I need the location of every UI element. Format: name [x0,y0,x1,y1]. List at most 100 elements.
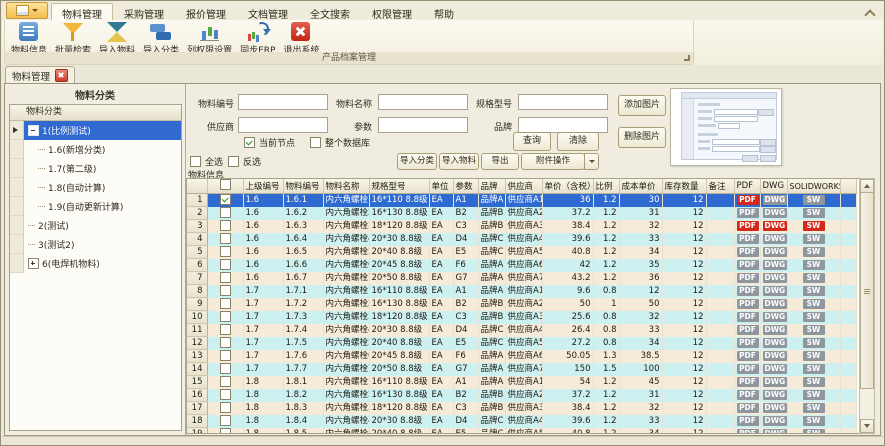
solidworks-badge[interactable]: SW [787,311,840,324]
row-number[interactable]: 9 [187,298,207,311]
dwg-badge[interactable]: DWG [760,337,787,350]
row-number[interactable]: 11 [187,324,207,337]
ribbon-button-import-material[interactable]: 导入物料 [95,21,139,56]
dwg-badge[interactable]: DWG [760,324,787,337]
dwg-badge[interactable]: DWG [760,285,787,298]
dwg-badge[interactable]: DWG [760,428,787,435]
solidworks-badge[interactable]: SW [787,220,840,233]
pdf-badge[interactable]: PDF [734,376,760,389]
select-all-checkbox[interactable]: 全选 [190,155,223,168]
pdf-badge[interactable]: PDF [734,298,760,311]
col-solidworks[interactable]: SOLIDWORKS [787,179,840,194]
dwg-badge[interactable]: DWG [760,415,787,428]
col-note[interactable]: 备注 [706,179,734,194]
row-number[interactable]: 1 [187,194,207,207]
row-number[interactable]: 6 [187,259,207,272]
row-checkbox[interactable] [207,298,243,311]
row-checkbox[interactable] [207,428,243,435]
dialog-launcher-icon[interactable] [684,55,691,62]
solidworks-badge[interactable]: SW [787,194,840,207]
import-material-button[interactable]: 导入物料 [439,153,479,170]
solidworks-badge[interactable]: SW [787,259,840,272]
solidworks-badge[interactable]: SW [787,415,840,428]
table-row[interactable]: 5 1.6 1.6.5 内六角螺栓5 20*40 8.8级 EA E5 品牌C … [187,246,857,259]
menu-tab-quote[interactable]: 报价管理 [175,3,237,20]
solidworks-badge[interactable]: SW [787,337,840,350]
row-number[interactable]: 16 [187,389,207,402]
dwg-badge[interactable]: DWG [760,402,787,415]
pdf-badge[interactable]: PDF [734,272,760,285]
table-row[interactable]: 16 1.8 1.8.2 内六角螺栓2 16*130 8.8级 EA B2 品牌… [187,389,857,402]
solidworks-badge[interactable]: SW [787,233,840,246]
table-row[interactable]: 12 1.7 1.7.5 内六角螺栓5 20*40 8.8级 EA E5 品牌C… [187,337,857,350]
scroll-up-icon[interactable] [860,179,874,193]
pdf-badge[interactable]: PDF [734,428,760,435]
tree-item-2[interactable]: 2(测试) [10,216,181,235]
table-row[interactable]: 18 1.8 1.8.4 内六角螺栓4 20*30 8.8级 EA D4 品牌C… [187,415,857,428]
pdf-badge[interactable]: PDF [734,220,760,233]
col-pdf[interactable]: PDF [734,179,760,194]
dwg-badge[interactable]: DWG [760,272,787,285]
row-checkbox[interactable] [207,233,243,246]
row-checkbox[interactable] [207,207,243,220]
tree-item-1-6[interactable]: 1.6(新增分类) [10,140,181,159]
pdf-badge[interactable]: PDF [734,285,760,298]
pdf-badge[interactable]: PDF [734,246,760,259]
ribbon-button-batch-search[interactable]: 批量检索 [51,21,95,56]
row-checkbox[interactable] [207,194,243,207]
col-stock[interactable]: 库存数量 [662,179,706,194]
menu-tab-material[interactable]: 物料管理 [51,3,113,20]
col-unit[interactable]: 单位 [429,179,453,194]
pdf-badge[interactable]: PDF [734,389,760,402]
row-checkbox[interactable] [207,389,243,402]
solidworks-badge[interactable]: SW [787,389,840,402]
table-row[interactable]: 8 1.7 1.7.1 内六角螺栓1 16*110 8.8级 EA A1 品牌A… [187,285,857,298]
row-number[interactable]: 5 [187,246,207,259]
invert-selection-checkbox[interactable]: 反选 [228,155,261,168]
scrollbar-thumb[interactable] [860,192,874,389]
ribbon-button-material-info[interactable]: 物料信息 [7,21,51,56]
dwg-badge[interactable]: DWG [760,194,787,207]
whole-database-checkbox[interactable]: 整个数据库 [310,136,370,149]
pdf-badge[interactable]: PDF [734,415,760,428]
solidworks-badge[interactable]: SW [787,363,840,376]
row-checkbox[interactable] [207,402,243,415]
dwg-badge[interactable]: DWG [760,233,787,246]
dwg-badge[interactable]: DWG [760,220,787,233]
row-checkbox[interactable] [207,311,243,324]
pdf-badge[interactable]: PDF [734,363,760,376]
table-row[interactable]: 3 1.6 1.6.3 内六角螺栓3 18*120 8.8级 EA C3 品牌B… [187,220,857,233]
ribbon-button-exit[interactable]: 退出系统 [279,21,323,56]
supplier-input[interactable] [238,117,328,133]
checkbox-icon[interactable] [228,156,239,167]
menu-tab-help[interactable]: 帮助 [423,3,465,20]
dwg-badge[interactable]: DWG [760,363,787,376]
table-row[interactable]: 19 1.8 1.8.5 内六角螺栓5 20*40 8.8级 EA E5 品牌C… [187,428,857,435]
row-checkbox[interactable] [207,324,243,337]
row-number[interactable]: 7 [187,272,207,285]
attachment-operations-button[interactable]: 附件操作 [521,153,585,170]
solidworks-badge[interactable]: SW [787,285,840,298]
app-menu-button[interactable] [6,2,48,19]
table-row[interactable]: 2 1.6 1.6.2 内六角螺栓2 16*130 8.8级 EA B2 品牌B… [187,207,857,220]
table-row[interactable]: 9 1.7 1.7.2 内六角螺栓2 16*130 8.8级 EA B2 品牌B… [187,298,857,311]
dwg-badge[interactable]: DWG [760,376,787,389]
grid-vertical-scrollbar[interactable] [859,178,875,434]
solidworks-badge[interactable]: SW [787,350,840,363]
menu-tab-document[interactable]: 文档管理 [237,3,299,20]
col-check[interactable] [207,179,243,194]
ribbon-button-import-category[interactable]: 导入分类 [139,21,183,56]
param-input[interactable] [378,117,468,133]
tree-item-1-8[interactable]: 1.8(自动计算) [10,178,181,197]
dwg-badge[interactable]: DWG [760,350,787,363]
row-checkbox[interactable] [207,415,243,428]
solidworks-badge[interactable]: SW [787,324,840,337]
add-image-button[interactable]: 添加图片 [618,95,666,116]
table-row[interactable]: 4 1.6 1.6.4 内六角螺栓4 20*30 8.8级 EA D4 品牌C … [187,233,857,246]
table-row[interactable]: 15 1.8 1.8.1 内六角螺栓1 16*110 8.8级 EA A1 品牌… [187,376,857,389]
row-checkbox[interactable] [207,285,243,298]
row-number[interactable]: 8 [187,285,207,298]
attachment-dropdown-button[interactable] [584,153,599,170]
row-number[interactable]: 4 [187,233,207,246]
solidworks-badge[interactable]: SW [787,207,840,220]
